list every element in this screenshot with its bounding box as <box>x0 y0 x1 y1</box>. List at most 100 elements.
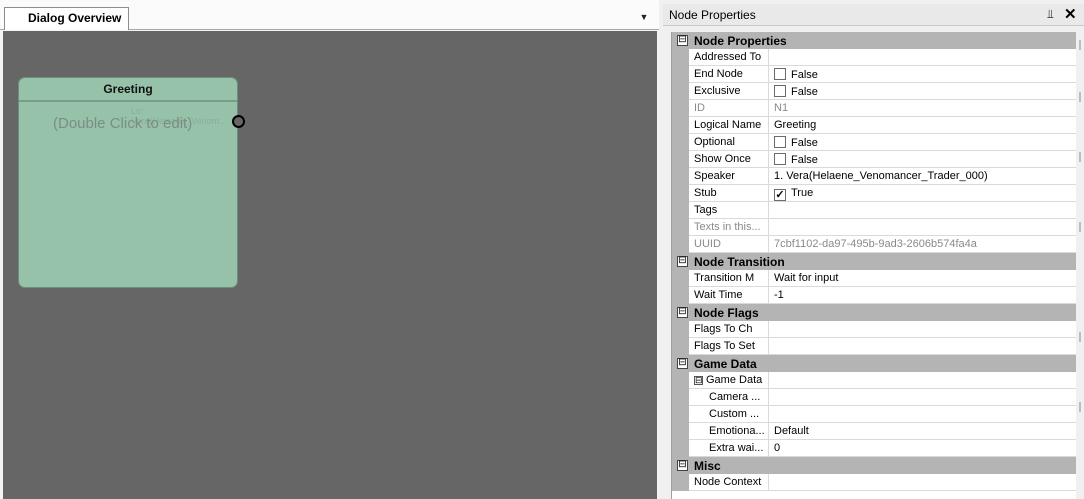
row-gutter <box>672 338 689 355</box>
property-row[interactable]: Flags To Set <box>672 338 1077 355</box>
collapse-icon[interactable]: ⊟ <box>694 376 703 385</box>
property-name-text: ID <box>694 102 705 114</box>
property-value[interactable] <box>769 202 1077 219</box>
property-row[interactable]: Custom ... <box>672 406 1077 423</box>
property-value[interactable]: False <box>769 151 1077 168</box>
property-name-text: Speaker <box>694 170 735 182</box>
property-row[interactable]: UUID 7cbf1102-da97-495b-9ad3-2606b574fa4a <box>672 236 1077 253</box>
property-row[interactable]: Node Context <box>672 474 1077 491</box>
section-title: Node Properties <box>694 34 787 48</box>
property-value[interactable]: False <box>769 134 1077 151</box>
property-value-text: False <box>791 137 818 149</box>
row-gutter <box>672 287 689 304</box>
section-header[interactable]: ⊟ Game Data <box>672 355 1077 372</box>
node-title: Greeting <box>19 78 237 102</box>
property-row[interactable]: ⊟ Game Data <box>672 372 1077 389</box>
property-value[interactable]: -1 <box>769 287 1077 304</box>
property-name: Addressed To <box>689 49 769 66</box>
property-value-text: N1 <box>774 102 789 114</box>
property-row[interactable]: Optional False <box>672 134 1077 151</box>
dialog-overview-pane: Dialog Overview ▼ Greeting Lo: Vera(Hela… <box>0 0 659 499</box>
property-name-text: Extra wai... <box>709 442 764 454</box>
property-value[interactable]: False <box>769 66 1077 83</box>
section-header[interactable]: ⊟ Misc <box>672 457 1077 474</box>
collapse-icon[interactable]: ⊟ <box>677 358 688 369</box>
property-name: ID <box>689 100 769 117</box>
property-row[interactable]: Logical Name Greeting <box>672 117 1077 134</box>
property-value[interactable]: Greeting <box>769 117 1077 134</box>
property-value[interactable]: False <box>769 83 1077 100</box>
property-value[interactable]: 1. Vera(Helaene_Venomancer_Trader_000) <box>769 168 1077 185</box>
property-row[interactable]: Speaker 1. Vera(Helaene_Venomancer_Trader… <box>672 168 1077 185</box>
checkbox[interactable] <box>774 136 786 148</box>
section-header[interactable]: ⊟ Node Properties <box>672 32 1077 49</box>
property-value[interactable]: Default <box>769 423 1077 440</box>
property-row[interactable]: Tags <box>672 202 1077 219</box>
property-value[interactable]: 7cbf1102-da97-495b-9ad3-2606b574fa4a <box>769 236 1077 253</box>
node-connection-handle[interactable] <box>232 115 245 128</box>
property-value[interactable] <box>769 474 1077 491</box>
row-gutter <box>672 151 689 168</box>
property-value[interactable]: Wait for input <box>769 270 1077 287</box>
property-row[interactable]: Camera ... <box>672 389 1077 406</box>
property-value[interactable] <box>769 49 1077 66</box>
collapse-icon[interactable]: ⊟ <box>677 256 688 267</box>
checkbox[interactable] <box>774 153 786 165</box>
section-header[interactable]: ⊟ Node Transition <box>672 253 1077 270</box>
property-row[interactable]: Addressed To <box>672 49 1077 66</box>
scrollbar-mark <box>1079 152 1081 162</box>
dialog-node-greeting[interactable]: Greeting Lo: Vera(Helaene_Venom... (Doub… <box>18 77 238 288</box>
property-value[interactable]: N1 <box>769 100 1077 117</box>
row-gutter <box>672 474 689 491</box>
property-value[interactable]: ✓ True <box>769 185 1077 202</box>
property-row[interactable]: Transition M Wait for input <box>672 270 1077 287</box>
property-value[interactable] <box>769 219 1077 236</box>
checkbox[interactable] <box>774 68 786 80</box>
collapse-icon[interactable]: ⊟ <box>677 307 688 318</box>
property-name-text: Node Context <box>694 476 762 488</box>
tab-dialog-overview[interactable]: Dialog Overview <box>4 7 129 30</box>
property-row[interactable]: Emotiona... Default <box>672 423 1077 440</box>
row-gutter <box>672 440 689 457</box>
close-icon[interactable]: ✕ <box>1064 5 1077 23</box>
property-name: Camera ... <box>689 389 769 406</box>
property-row[interactable]: Wait Time -1 <box>672 287 1077 304</box>
row-gutter <box>672 66 689 83</box>
property-row[interactable]: Exclusive False <box>672 83 1077 100</box>
section-header[interactable]: ⊟ Node Flags <box>672 304 1077 321</box>
property-row[interactable]: Show Once False <box>672 151 1077 168</box>
property-value-text: Default <box>774 425 809 437</box>
row-gutter <box>672 270 689 287</box>
property-row[interactable]: End Node False <box>672 66 1077 83</box>
collapse-icon[interactable]: ⊟ <box>677 460 688 471</box>
row-gutter <box>672 372 689 389</box>
property-row[interactable]: Stub ✓ True <box>672 185 1077 202</box>
row-gutter <box>672 236 689 253</box>
property-value-text: Greeting <box>774 119 817 131</box>
dialog-canvas[interactable]: Greeting Lo: Vera(Helaene_Venom... (Doub… <box>3 31 657 499</box>
property-value[interactable] <box>769 338 1077 355</box>
collapse-icon[interactable]: ⊟ <box>677 35 688 46</box>
property-value-text: -1 <box>774 289 784 301</box>
checked-checkbox[interactable]: ✓ <box>774 189 786 201</box>
property-row[interactable]: Flags To Ch <box>672 321 1077 338</box>
row-gutter <box>672 100 689 117</box>
property-row[interactable]: Extra wai... 0 <box>672 440 1077 457</box>
checkbox[interactable] <box>774 85 786 97</box>
property-value[interactable] <box>769 406 1077 423</box>
property-value[interactable] <box>769 372 1077 389</box>
chevron-down-icon[interactable]: ▼ <box>638 12 650 22</box>
property-name-text: Logical Name <box>694 119 762 131</box>
property-row[interactable]: Texts in this... <box>672 219 1077 236</box>
property-name: Flags To Ch <box>689 321 769 338</box>
pin-icon[interactable]: ⫫ <box>1047 7 1054 22</box>
property-row[interactable]: ID N1 <box>672 100 1077 117</box>
property-value-text: False <box>791 154 818 166</box>
property-value-text: 0 <box>774 442 781 454</box>
property-value[interactable] <box>769 321 1077 338</box>
scrollbar-mark <box>1079 332 1081 342</box>
scrollbar[interactable] <box>1076 32 1084 499</box>
property-value[interactable] <box>769 389 1077 406</box>
property-name: Emotiona... <box>689 423 769 440</box>
property-value[interactable]: 0 <box>769 440 1077 457</box>
